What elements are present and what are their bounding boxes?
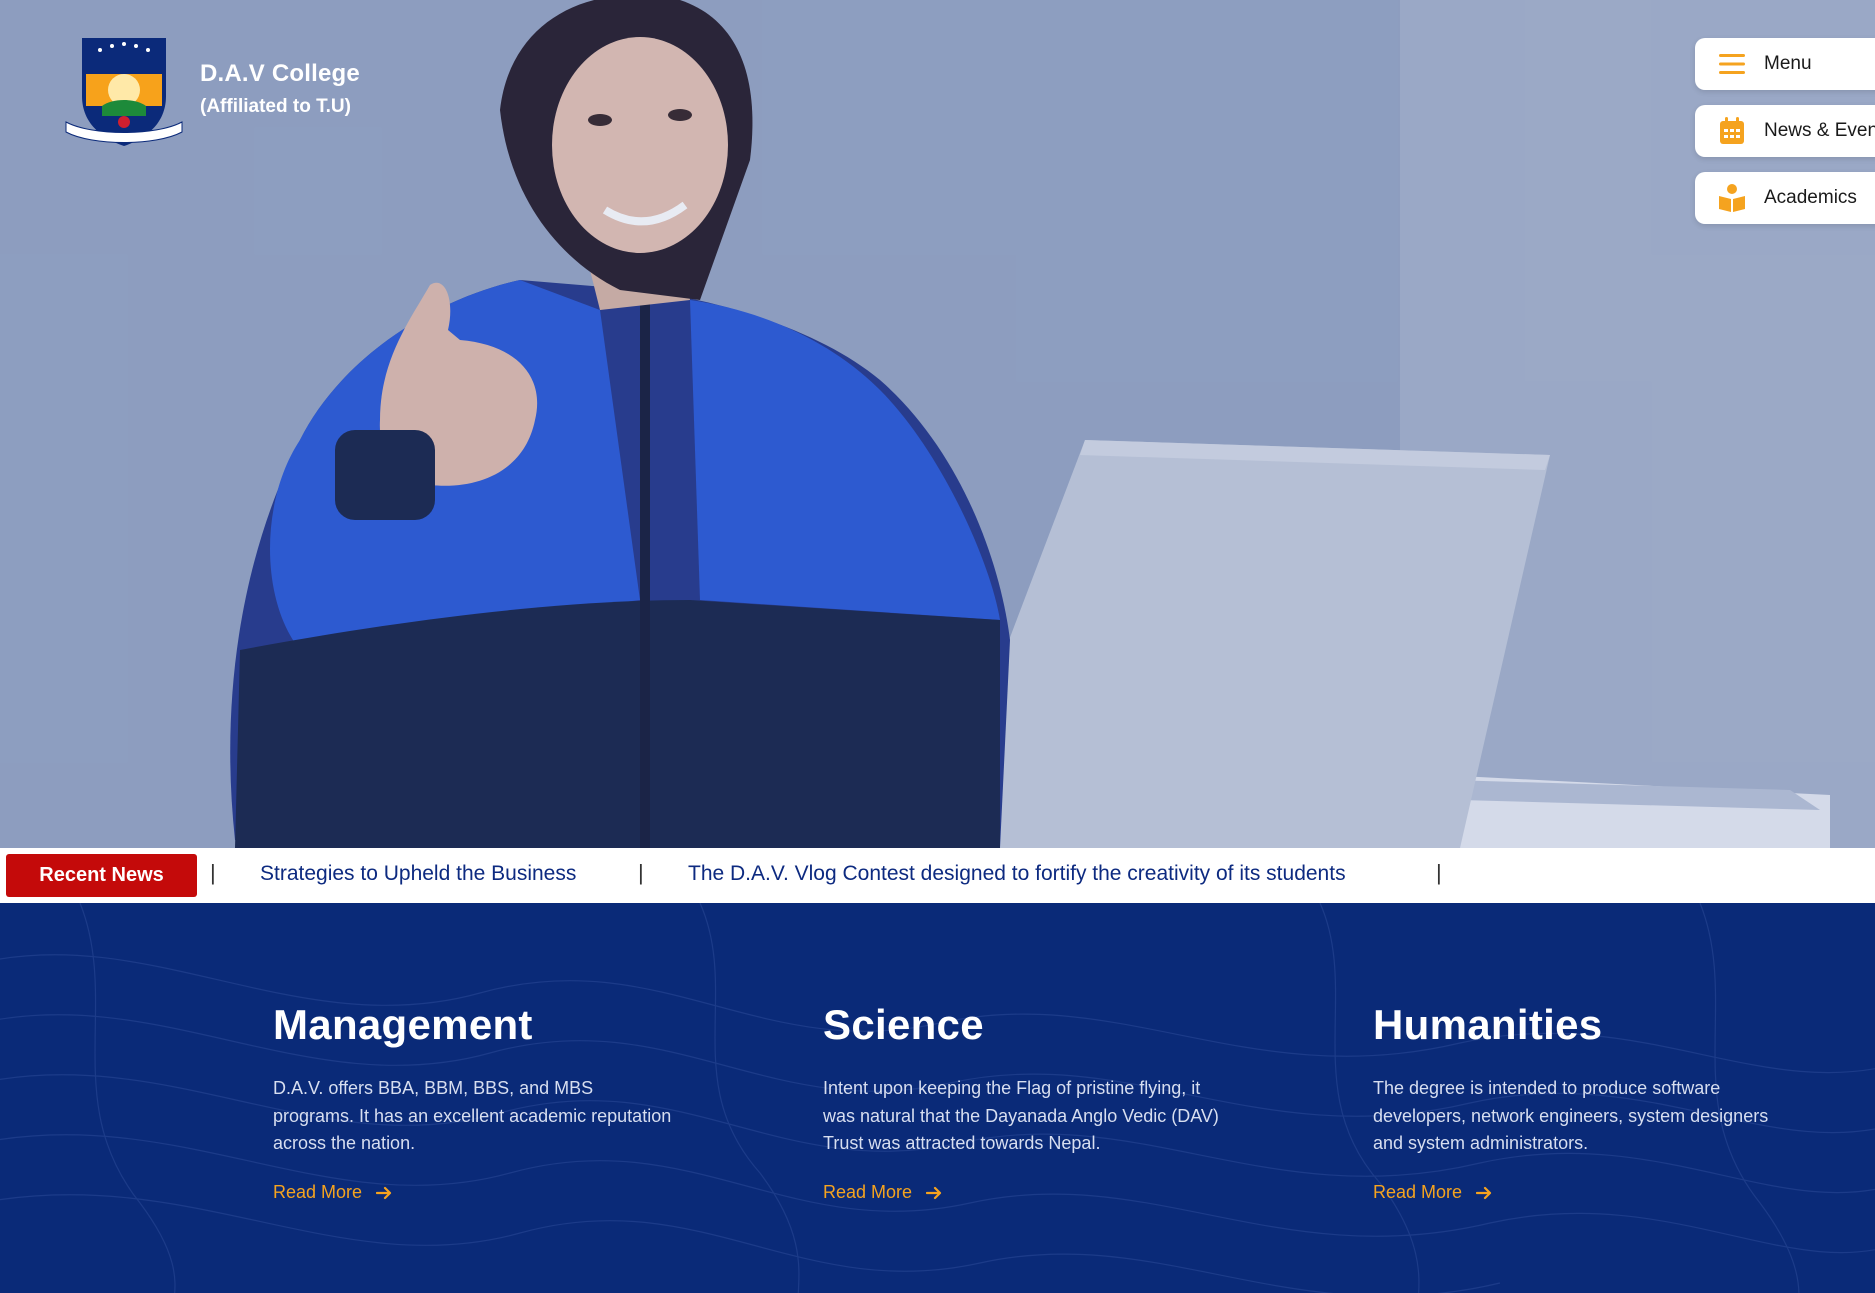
hero-overlay — [0, 0, 1875, 848]
college-crest-icon — [65, 38, 183, 146]
programs-section: Management D.A.V. offers BBA, BBM, BBS, … — [0, 903, 1875, 1293]
news-ticker: Recent News | Strategies to Upheld the B… — [0, 848, 1875, 903]
program-description: Intent upon keeping the Flag of pristine… — [823, 1078, 1219, 1153]
news-events-button-label: News & Events — [1764, 120, 1875, 141]
read-more-link-humanities[interactable]: Read More — [1373, 1182, 1492, 1203]
program-title: Management — [273, 1001, 533, 1048]
read-more-link-science[interactable]: Read More — [823, 1182, 942, 1203]
read-more-label: Read More — [1373, 1182, 1463, 1202]
hero-banner: D.A.V College (Affiliated to T.U) Menu N… — [0, 0, 1875, 848]
reading-icon — [1717, 183, 1747, 213]
ticker-news-item[interactable]: The D.A.V. Vlog Contest designed to fort… — [688, 862, 1346, 886]
ticker-news-item[interactable]: Strategies to Upheld the Business — [260, 862, 576, 886]
program-title: Science — [823, 1001, 984, 1048]
program-description: The degree is intended to produce softwa… — [1373, 1078, 1769, 1153]
college-name[interactable]: D.A.V College — [200, 60, 360, 88]
program-title: Humanities — [1373, 1001, 1603, 1048]
read-more-link-management[interactable]: Read More — [273, 1182, 392, 1203]
calendar-icon — [1717, 116, 1747, 146]
academics-button-label: Academics — [1764, 187, 1857, 208]
menu-button-label: Menu — [1764, 53, 1812, 74]
program-card-humanities: Humanities The degree is intended to pro… — [1373, 1001, 1773, 1158]
news-events-button[interactable]: News & Events — [1695, 105, 1875, 157]
menu-button[interactable]: Menu — [1695, 38, 1875, 90]
arrow-right-icon — [926, 1186, 942, 1199]
ticker-separator: | — [1436, 860, 1442, 885]
arrow-right-icon — [376, 1186, 392, 1199]
ticker-separator: | — [638, 860, 644, 885]
college-affiliation: (Affiliated to T.U) — [200, 96, 351, 117]
program-card-management: Management D.A.V. offers BBA, BBM, BBS, … — [273, 1001, 673, 1158]
recent-news-badge: Recent News — [6, 854, 197, 897]
arrow-right-icon — [1476, 1186, 1492, 1199]
academics-button[interactable]: Academics — [1695, 172, 1875, 224]
ticker-separator: | — [210, 860, 216, 885]
college-logo[interactable] — [62, 36, 186, 148]
hamburger-icon — [1717, 49, 1747, 79]
read-more-label: Read More — [823, 1182, 913, 1202]
program-card-science: Science Intent upon keeping the Flag of … — [823, 1001, 1223, 1158]
read-more-label: Read More — [273, 1182, 363, 1202]
program-description: D.A.V. offers BBA, BBM, BBS, and MBS pro… — [273, 1078, 672, 1153]
